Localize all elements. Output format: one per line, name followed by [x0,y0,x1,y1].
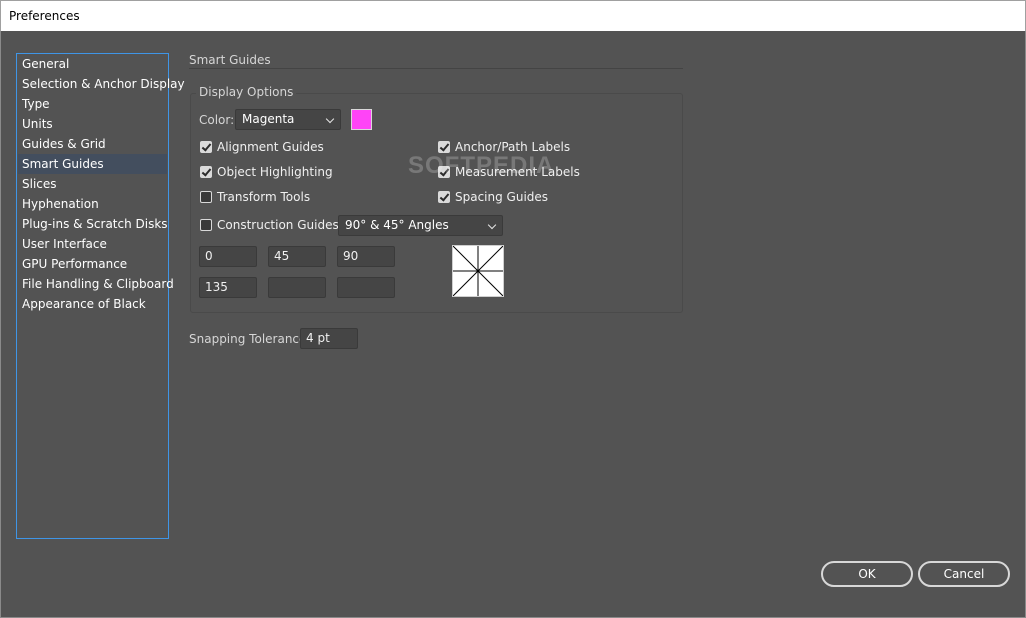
color-label: Color: [199,113,235,127]
sidebar-item-user-interface[interactable]: User Interface [18,234,167,254]
angle-field-2[interactable]: 45 [268,246,326,267]
sidebar-item-plugins-scratch-disks[interactable]: Plug-ins & Scratch Disks [18,214,168,234]
chevron-down-icon [325,114,335,124]
angle-field-5[interactable] [268,277,326,298]
angle-field-6[interactable] [337,277,395,298]
object-highlighting-checkbox[interactable] [200,166,212,178]
object-highlighting-option[interactable]: Object Highlighting [200,164,333,180]
sidebar-item-slices[interactable]: Slices [18,174,167,194]
sidebar-item-smart-guides[interactable]: Smart Guides [18,154,167,174]
sidebar-item-type[interactable]: Type [18,94,167,114]
transform-tools-checkbox[interactable] [200,191,212,203]
angle-field-1[interactable]: 0 [199,246,257,267]
construction-angles-value: 90° & 45° Angles [345,218,449,232]
angle-preview-icon [452,245,504,297]
cancel-button[interactable]: Cancel [918,561,1010,587]
angle-field-3[interactable]: 90 [337,246,395,267]
sidebar-item-gpu-performance[interactable]: GPU Performance [18,254,167,274]
alignment-guides-checkbox[interactable] [200,141,212,153]
chevron-down-icon [487,220,497,230]
construction-guides-label: Construction Guides: [217,218,343,232]
title-bar: Preferences [0,0,1026,31]
color-swatch[interactable] [351,109,372,130]
spacing-guides-checkbox[interactable] [438,191,450,203]
spacing-guides-label: Spacing Guides [455,190,549,204]
transform-tools-option[interactable]: Transform Tools [200,189,310,205]
section-divider [189,68,683,69]
window-title: Preferences [9,9,80,23]
display-options-title: Display Options [196,85,297,99]
alignment-guides-option[interactable]: Alignment Guides [200,139,324,155]
construction-guides-option[interactable]: Construction Guides: [200,217,343,233]
alignment-guides-label: Alignment Guides [217,140,324,154]
sidebar-item-guides-grid[interactable]: Guides & Grid [18,134,167,154]
construction-guides-checkbox[interactable] [200,219,212,231]
sidebar-item-file-handling-clipboard[interactable]: File Handling & Clipboard [18,274,174,294]
sidebar-item-selection-anchor-display[interactable]: Selection & Anchor Display [18,74,185,94]
spacing-guides-option[interactable]: Spacing Guides [438,189,548,205]
object-highlighting-label: Object Highlighting [217,165,333,179]
transform-tools-label: Transform Tools [217,190,311,204]
angle-field-4[interactable]: 135 [199,277,257,298]
snapping-tolerance-input[interactable]: 4 pt [300,328,358,349]
snapping-tolerance-label: Snapping Tolerance: [189,332,311,346]
construction-angles-dropdown[interactable]: 90° & 45° Angles [338,215,503,236]
sidebar-item-hyphenation[interactable]: Hyphenation [18,194,167,214]
preferences-category-list[interactable]: General Selection & Anchor Display Type … [16,53,185,539]
softpedia-watermark: SOFTPEDIA [408,152,555,179]
color-dropdown[interactable]: Magenta [235,109,341,130]
color-dropdown-value: Magenta [242,112,295,126]
sidebar-item-appearance-of-black[interactable]: Appearance of Black [18,294,167,314]
sidebar-item-general[interactable]: General [18,54,167,74]
sidebar-item-units[interactable]: Units [18,114,167,134]
section-title: Smart Guides [189,53,271,67]
ok-button[interactable]: OK [821,561,913,587]
